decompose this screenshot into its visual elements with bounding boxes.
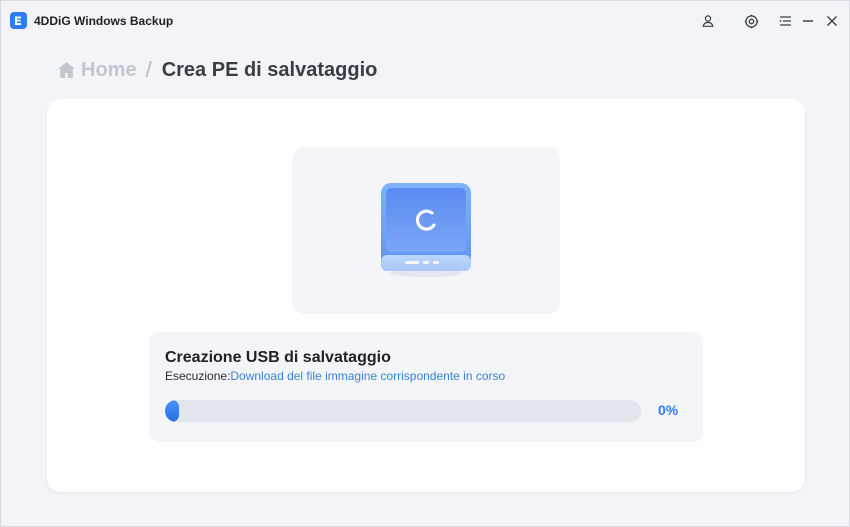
settings-icon	[744, 14, 758, 28]
main-card: Creazione USB di salvataggio Esecuzione:…	[47, 99, 805, 492]
status-title: Creazione USB di salvataggio	[165, 349, 391, 366]
status-line: Esecuzione:Download del file immagine co…	[165, 369, 505, 383]
app-window: 4DDiG Windows Backup Home / Crea PE di s…	[0, 0, 850, 527]
status-label: Esecuzione:	[165, 369, 231, 383]
app-logo-icon	[10, 12, 27, 29]
progress-bar	[165, 400, 641, 422]
status-panel: Creazione USB di salvataggio Esecuzione:…	[149, 332, 703, 442]
progress-fill	[165, 400, 179, 422]
home-icon	[58, 62, 75, 78]
minimize-icon	[803, 20, 813, 22]
menu-icon	[779, 16, 791, 26]
close-button[interactable]	[822, 11, 842, 31]
progress-percentage: 0%	[658, 402, 679, 418]
breadcrumb-home-label: Home	[81, 58, 137, 81]
menu-button[interactable]	[775, 11, 795, 31]
user-account-button[interactable]	[698, 11, 718, 31]
close-icon	[827, 16, 837, 26]
settings-button[interactable]	[741, 11, 761, 31]
breadcrumb-home[interactable]: Home	[57, 59, 137, 82]
breadcrumb-separator: /	[145, 57, 152, 82]
illustration-panel	[292, 147, 560, 314]
user-icon	[702, 15, 714, 27]
status-detail: Download del file immagine corrispondent…	[230, 369, 506, 383]
title-bar: 4DDiG Windows Backup	[1, 1, 849, 41]
breadcrumb: Home / Crea PE di salvataggio	[57, 57, 377, 83]
page-title: Crea PE di salvataggio	[161, 58, 378, 81]
loading-monitor-icon	[381, 183, 471, 277]
app-title: 4DDiG Windows Backup	[34, 14, 174, 28]
minimize-button[interactable]	[798, 11, 818, 31]
